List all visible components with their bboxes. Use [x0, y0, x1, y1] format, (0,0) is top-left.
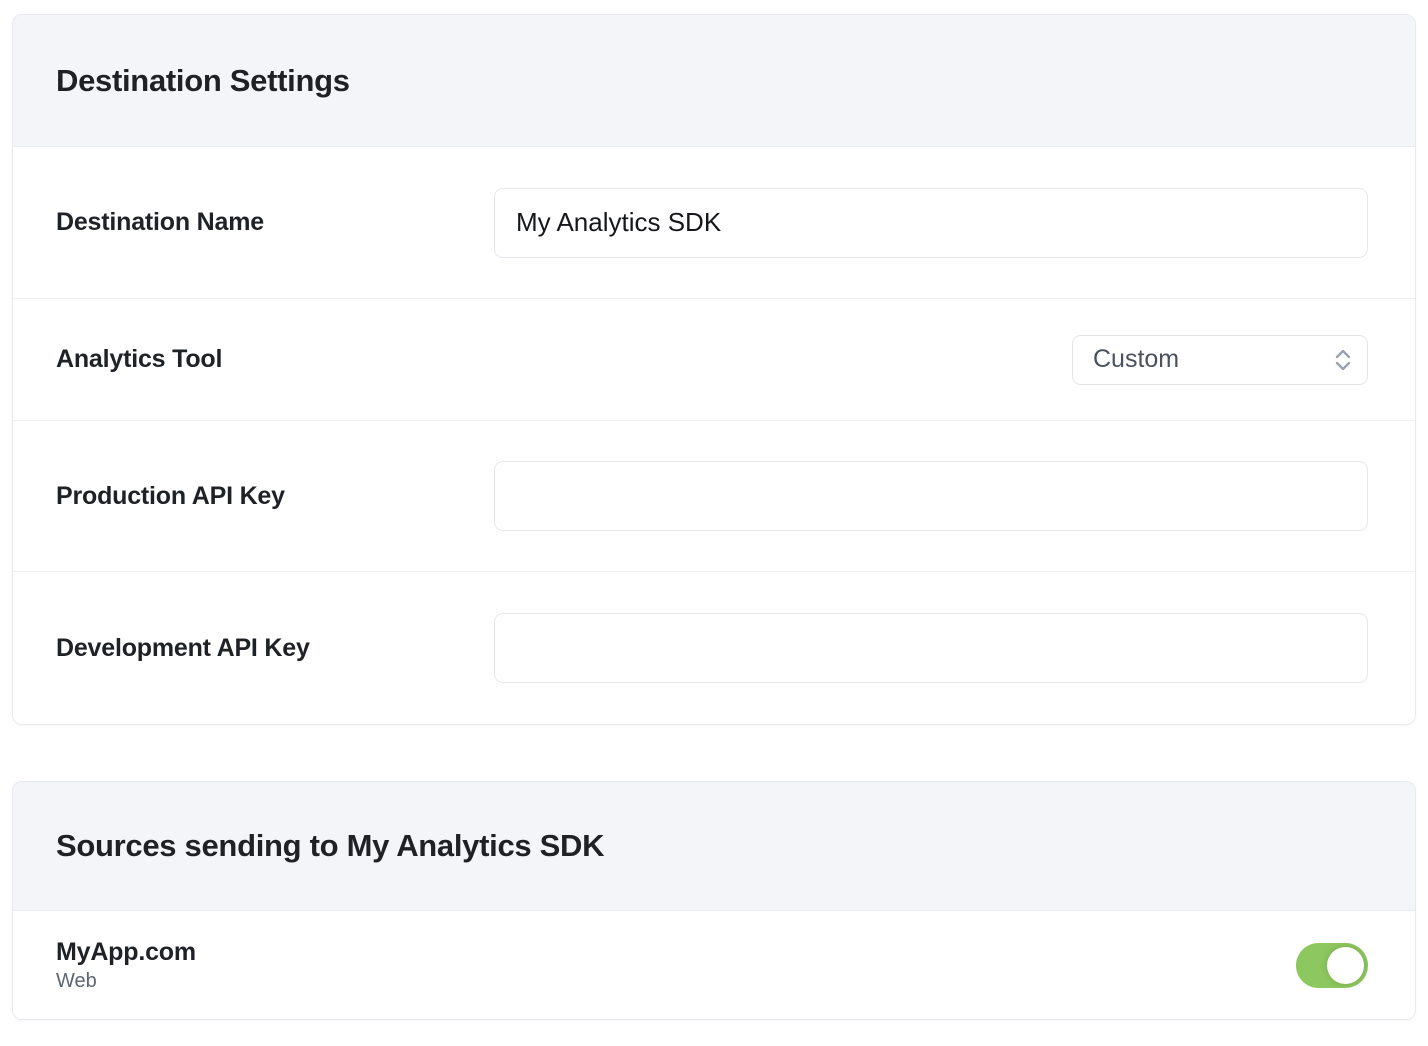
analytics-tool-row: Analytics Tool Custom: [13, 299, 1415, 421]
destination-name-input[interactable]: [494, 188, 1368, 258]
destination-name-label: Destination Name: [56, 208, 264, 236]
production-api-key-row: Production API Key: [13, 421, 1415, 572]
destination-settings-card: Destination Settings Destination Name An…: [12, 14, 1416, 725]
development-api-key-row: Development API Key: [13, 572, 1415, 724]
chevron-up-down-icon: [1333, 346, 1353, 374]
destination-name-row: Destination Name: [13, 147, 1415, 299]
destination-settings-title: Destination Settings: [56, 63, 350, 99]
toggle-knob: [1327, 947, 1364, 984]
production-api-key-input[interactable]: [494, 461, 1368, 531]
source-row-myapp: MyApp.com Web: [13, 911, 1415, 1019]
destination-settings-header: Destination Settings: [13, 15, 1415, 147]
analytics-tool-label: Analytics Tool: [56, 345, 222, 373]
development-api-key-input[interactable]: [494, 613, 1368, 683]
production-api-key-label: Production API Key: [56, 482, 285, 510]
analytics-tool-selected-value: Custom: [1093, 345, 1179, 374]
source-name: MyApp.com: [56, 938, 196, 967]
source-type: Web: [56, 970, 196, 993]
sources-header: Sources sending to My Analytics SDK: [13, 782, 1415, 911]
analytics-tool-select[interactable]: Custom: [1072, 335, 1368, 385]
source-enabled-toggle[interactable]: [1296, 943, 1368, 988]
development-api-key-label: Development API Key: [56, 634, 310, 662]
sources-title: Sources sending to My Analytics SDK: [56, 828, 604, 864]
sources-card: Sources sending to My Analytics SDK MyAp…: [12, 781, 1416, 1020]
